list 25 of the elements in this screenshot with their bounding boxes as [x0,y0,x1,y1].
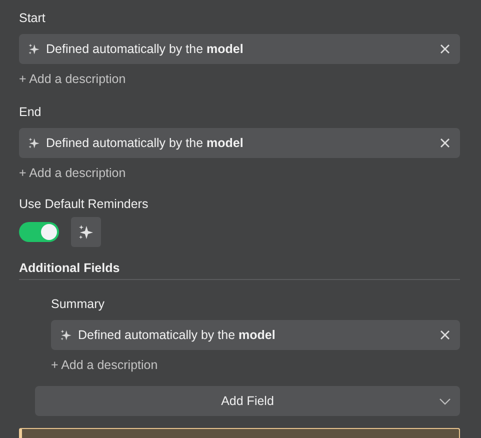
close-icon[interactable] [440,138,450,148]
value-field[interactable]: Defined automatically by the model [51,320,460,350]
value-field[interactable]: Defined automatically by the model [19,128,460,158]
toggle-switch[interactable] [19,222,59,242]
sparkle-icon [28,137,40,149]
value-field[interactable]: Defined automatically by the model [19,34,460,64]
add-description-link[interactable]: + Add a description [51,358,158,372]
chevron-down-icon [439,398,451,405]
close-icon[interactable] [440,44,450,54]
field-value: Defined automatically by the model [46,42,244,56]
field-label: End [19,105,42,119]
field-value: Defined automatically by the model [46,136,244,150]
sparkle-icon [78,224,94,240]
sparkle-icon [60,329,72,341]
sparkle-button[interactable] [71,217,101,247]
add-description-link[interactable]: + Add a description [19,166,126,180]
add-field-button[interactable]: Add Field [35,386,460,416]
field-value: Defined automatically by the model [78,328,276,342]
field-label: Start [19,11,46,25]
add-description-link[interactable]: + Add a description [19,72,126,86]
field-label: Summary [51,297,106,311]
section-heading: Additional Fields [19,261,460,280]
close-icon[interactable] [440,330,450,340]
toggle-label: Use Default Reminders [19,197,150,211]
sparkle-icon [28,43,40,55]
